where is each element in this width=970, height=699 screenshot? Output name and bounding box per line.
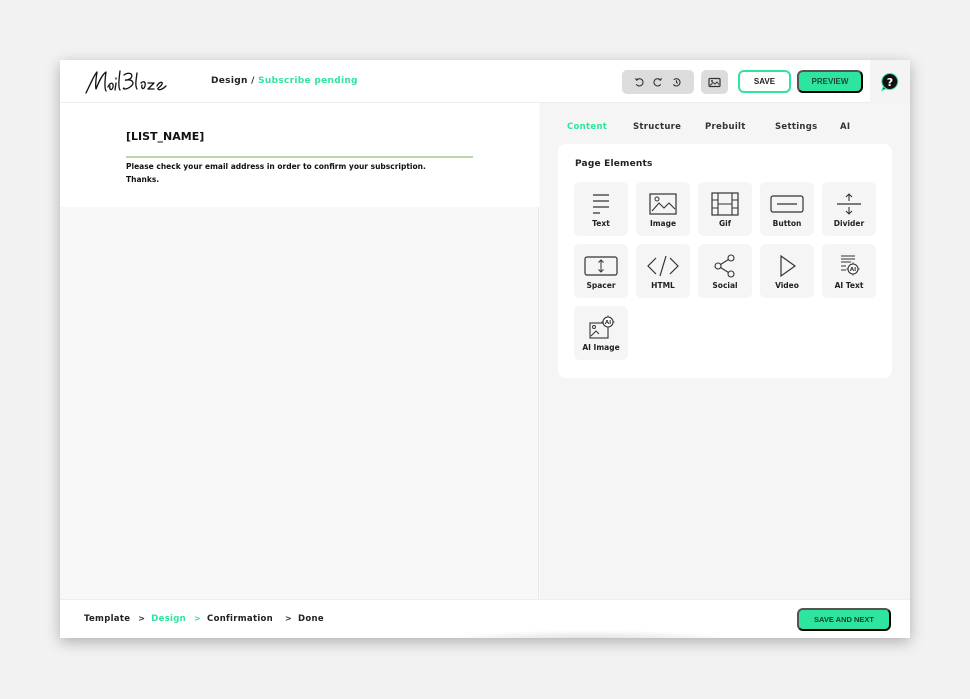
- history-controls: [622, 70, 694, 94]
- element-label: HTML: [651, 281, 675, 290]
- tab-structure[interactable]: Structure: [633, 122, 681, 132]
- tab-settings[interactable]: Settings: [775, 122, 818, 132]
- element-label: Video: [775, 281, 799, 290]
- element-html[interactable]: HTML: [636, 244, 690, 298]
- history-button[interactable]: [670, 75, 684, 89]
- element-label: Button: [772, 219, 802, 228]
- media-library-button[interactable]: [701, 70, 728, 94]
- history-icon: [672, 77, 681, 86]
- element-video[interactable]: Video: [760, 244, 814, 298]
- svg-text:AI: AI: [850, 267, 856, 273]
- page-elements-title: Page Elements: [575, 159, 653, 169]
- element-label: Text: [592, 219, 610, 228]
- ai-image-icon: AI: [589, 315, 615, 339]
- element-text[interactable]: Text: [574, 182, 628, 236]
- footer-shadow-decoration: [440, 630, 740, 638]
- email-body-line-1: Please check your email address in order…: [126, 162, 426, 171]
- element-ai-image[interactable]: AI AI Image: [574, 306, 628, 360]
- play-icon: [780, 254, 797, 278]
- tab-content[interactable]: Content: [567, 122, 607, 132]
- tab-prebuilt[interactable]: Prebuilt: [705, 122, 746, 132]
- page-elements-card: Page Elements Text Image Gif Button Divi…: [558, 144, 892, 378]
- chevron-right-icon: >: [194, 614, 202, 623]
- email-canvas[interactable]: [LIST_NAME] Please check your email addr…: [60, 103, 539, 599]
- wizard-steps: Template > Design > Confirmation > Done: [84, 614, 328, 624]
- email-list-name[interactable]: [LIST_NAME]: [126, 130, 204, 143]
- button-icon: [770, 195, 804, 213]
- element-label: Spacer: [586, 281, 616, 290]
- help-question-icon: ?: [881, 72, 899, 92]
- image-gallery-icon: [708, 77, 721, 87]
- breadcrumb-separator: /: [251, 76, 255, 86]
- preview-button[interactable]: PREVIEW: [797, 70, 863, 93]
- undo-icon: [634, 77, 644, 86]
- redo-icon: [653, 77, 663, 86]
- svg-text:?: ?: [887, 76, 893, 89]
- breadcrumb: Design / Subscribe pending: [211, 76, 358, 86]
- redo-button[interactable]: [651, 75, 665, 89]
- element-label: AI Image: [582, 343, 620, 352]
- tab-ai[interactable]: AI: [840, 122, 850, 132]
- help-button[interactable]: ?: [870, 60, 910, 103]
- gif-film-icon: [711, 192, 739, 216]
- ai-text-icon: AI: [841, 255, 860, 276]
- undo-button[interactable]: [632, 75, 646, 89]
- page-elements-grid: Text Image Gif Button Divider Spacer HTM…: [574, 182, 878, 360]
- email-body-line-2: Thanks.: [126, 175, 160, 184]
- svg-text:AI: AI: [605, 320, 611, 326]
- text-icon: [593, 194, 609, 214]
- element-spacer[interactable]: Spacer: [574, 244, 628, 298]
- mailblaze-logo[interactable]: [82, 67, 177, 97]
- save-and-next-button[interactable]: SAVE AND NEXT: [797, 608, 891, 631]
- breadcrumb-parent[interactable]: Design: [211, 76, 248, 86]
- top-bar: Design / Subscribe pending SAVE PREVIEW …: [60, 60, 910, 103]
- app-window: Design / Subscribe pending SAVE PREVIEW …: [60, 60, 910, 638]
- divider-icon: [837, 193, 861, 215]
- code-icon: [647, 255, 679, 277]
- share-icon: [714, 254, 735, 278]
- element-label: AI Text: [834, 281, 864, 290]
- step-design[interactable]: Design: [151, 614, 186, 624]
- email-content-block[interactable]: [LIST_NAME] Please check your email addr…: [60, 103, 539, 207]
- element-ai-text[interactable]: AI AI Text: [822, 244, 876, 298]
- step-template[interactable]: Template: [84, 614, 130, 624]
- breadcrumb-current: Subscribe pending: [258, 76, 358, 86]
- save-button[interactable]: SAVE: [738, 70, 791, 93]
- email-body-text[interactable]: Please check your email address in order…: [126, 160, 426, 186]
- element-label: Image: [649, 219, 677, 228]
- editor-side-panel: Content Structure Prebuilt Settings AI P…: [540, 103, 910, 599]
- element-divider[interactable]: Divider: [822, 182, 876, 236]
- element-button[interactable]: Button: [760, 182, 814, 236]
- element-label: Divider: [833, 219, 865, 228]
- element-gif[interactable]: Gif: [698, 182, 752, 236]
- element-label: Social: [712, 281, 738, 290]
- element-image[interactable]: Image: [636, 182, 690, 236]
- chevron-right-icon: >: [138, 614, 146, 623]
- email-divider[interactable]: [126, 156, 473, 158]
- step-confirmation[interactable]: Confirmation: [207, 614, 273, 624]
- panel-tabs: Content Structure Prebuilt Settings AI: [540, 122, 910, 136]
- wizard-footer: Template > Design > Confirmation > Done SAVE A…: [60, 599, 910, 638]
- element-social[interactable]: Social: [698, 244, 752, 298]
- image-icon: [649, 193, 677, 215]
- element-label: Gif: [719, 219, 731, 228]
- chevron-right-icon: >: [285, 614, 293, 623]
- spacer-icon: [584, 256, 618, 276]
- step-done[interactable]: Done: [298, 614, 324, 624]
